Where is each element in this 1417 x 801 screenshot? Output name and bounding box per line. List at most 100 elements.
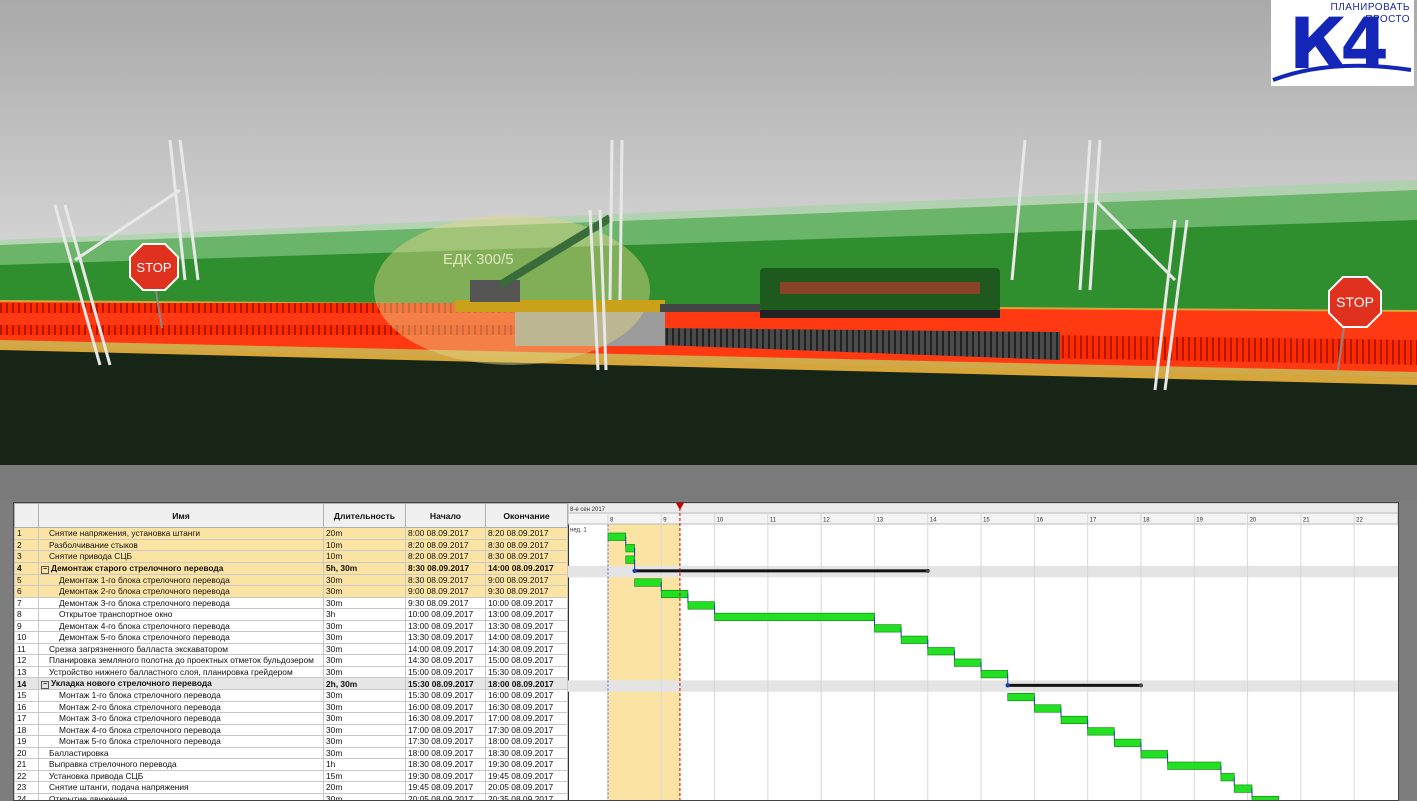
task-id-cell[interactable]: 22 — [15, 770, 39, 782]
task-name-cell[interactable]: Снятие привода СЦБ — [39, 551, 324, 563]
task-start-cell[interactable]: 15:30 08.09.2017 — [406, 678, 486, 690]
task-start-cell[interactable]: 18:00 08.09.2017 — [406, 747, 486, 759]
column-header-end[interactable]: Окончание — [486, 504, 568, 528]
task-id-cell[interactable]: 20 — [15, 747, 39, 759]
task-id-cell[interactable]: 23 — [15, 782, 39, 794]
task-name-cell[interactable]: −Укладка нового стрелочного перевода — [39, 678, 324, 690]
task-id-cell[interactable]: 11 — [15, 643, 39, 655]
task-duration-cell[interactable]: 30m — [324, 747, 406, 759]
task-duration-cell[interactable]: 30m — [324, 793, 406, 801]
task-row[interactable]: 10Демонтаж 5-го блока стрелочного перево… — [15, 632, 568, 644]
task-end-cell[interactable]: 15:00 08.09.2017 — [486, 655, 568, 667]
task-id-cell[interactable]: 12 — [15, 655, 39, 667]
task-name-cell[interactable]: Разболчивание стыков — [39, 539, 324, 551]
task-row[interactable]: 21Выправка стрелочного перевода1h18:30 0… — [15, 759, 568, 771]
task-name-cell[interactable]: Демонтаж 1-го блока стрелочного перевода — [39, 574, 324, 586]
column-header-duration[interactable]: Длительность — [324, 504, 406, 528]
task-name-cell[interactable]: Демонтаж 4-го блока стрелочного перевода — [39, 620, 324, 632]
task-name-cell[interactable]: Установка привода СЦБ — [39, 770, 324, 782]
task-id-cell[interactable]: 24 — [15, 793, 39, 801]
task-id-cell[interactable]: 19 — [15, 736, 39, 748]
task-end-cell[interactable]: 8:30 08.09.2017 — [486, 539, 568, 551]
task-duration-cell[interactable]: 30m — [324, 643, 406, 655]
task-end-cell[interactable]: 17:30 08.09.2017 — [486, 724, 568, 736]
task-duration-cell[interactable]: 1h — [324, 759, 406, 771]
task-name-cell[interactable]: Открытое транспортное окно — [39, 609, 324, 621]
task-row-summary[interactable]: 14−Укладка нового стрелочного перевода2h… — [15, 678, 568, 690]
task-row[interactable]: 18Монтаж 4-го блока стрелочного перевода… — [15, 724, 568, 736]
task-start-cell[interactable]: 13:30 08.09.2017 — [406, 632, 486, 644]
task-row[interactable]: 5Демонтаж 1-го блока стрелочного перевод… — [15, 574, 568, 586]
task-id-cell[interactable]: 15 — [15, 690, 39, 702]
task-id-cell[interactable]: 8 — [15, 609, 39, 621]
task-row[interactable]: 9Демонтаж 4-го блока стрелочного перевод… — [15, 620, 568, 632]
task-row-summary[interactable]: 4−Демонтаж старого стрелочного перевода5… — [15, 562, 568, 574]
task-row[interactable]: 17Монтаж 3-го блока стрелочного перевода… — [15, 713, 568, 725]
task-name-cell[interactable]: −Демонтаж старого стрелочного перевода — [39, 562, 324, 574]
task-end-cell[interactable]: 14:00 08.09.2017 — [486, 562, 568, 574]
task-row[interactable]: 20Балластировка30m18:00 08.09.201718:30 … — [15, 747, 568, 759]
task-end-cell[interactable]: 14:30 08.09.2017 — [486, 643, 568, 655]
task-duration-cell[interactable]: 30m — [324, 632, 406, 644]
task-id-cell[interactable]: 14 — [15, 678, 39, 690]
column-header-id[interactable] — [15, 504, 39, 528]
task-end-cell[interactable]: 15:30 08.09.2017 — [486, 666, 568, 678]
task-id-cell[interactable]: 17 — [15, 713, 39, 725]
task-start-cell[interactable]: 14:00 08.09.2017 — [406, 643, 486, 655]
task-end-cell[interactable]: 14:00 08.09.2017 — [486, 632, 568, 644]
task-id-cell[interactable]: 10 — [15, 632, 39, 644]
task-end-cell[interactable]: 18:00 08.09.2017 — [486, 678, 568, 690]
task-end-cell[interactable]: 16:30 08.09.2017 — [486, 701, 568, 713]
task-start-cell[interactable]: 14:30 08.09.2017 — [406, 655, 486, 667]
task-row[interactable]: 23Снятие штанги, подача напряжения20m19:… — [15, 782, 568, 794]
task-end-cell[interactable]: 16:00 08.09.2017 — [486, 690, 568, 702]
task-duration-cell[interactable]: 30m — [324, 713, 406, 725]
task-id-cell[interactable]: 7 — [15, 597, 39, 609]
task-name-cell[interactable]: Демонтаж 3-го блока стрелочного перевода — [39, 597, 324, 609]
task-name-cell[interactable]: Демонтаж 5-го блока стрелочного перевода — [39, 632, 324, 644]
task-end-cell[interactable]: 20:35 08.09.2017 — [486, 793, 568, 801]
task-duration-cell[interactable]: 30m — [324, 701, 406, 713]
task-row[interactable]: 19Монтаж 5-го блока стрелочного перевода… — [15, 736, 568, 748]
task-duration-cell[interactable]: 30m — [324, 574, 406, 586]
task-row[interactable]: 16Монтаж 2-го блока стрелочного перевода… — [15, 701, 568, 713]
task-duration-cell[interactable]: 5h, 30m — [324, 562, 406, 574]
task-end-cell[interactable]: 17:00 08.09.2017 — [486, 713, 568, 725]
task-start-cell[interactable]: 17:00 08.09.2017 — [406, 724, 486, 736]
task-duration-cell[interactable]: 30m — [324, 690, 406, 702]
task-duration-cell[interactable]: 30m — [324, 597, 406, 609]
task-id-cell[interactable]: 9 — [15, 620, 39, 632]
task-start-cell[interactable]: 18:30 08.09.2017 — [406, 759, 486, 771]
task-start-cell[interactable]: 9:30 08.09.2017 — [406, 597, 486, 609]
collapse-icon[interactable]: − — [41, 681, 49, 689]
task-name-cell[interactable]: Снятие штанги, подача напряжения — [39, 782, 324, 794]
task-name-cell[interactable]: Балластировка — [39, 747, 324, 759]
task-duration-cell[interactable]: 30m — [324, 655, 406, 667]
task-row[interactable]: 1Снятие напряжения, установка штанги20m8… — [15, 528, 568, 540]
task-end-cell[interactable]: 13:00 08.09.2017 — [486, 609, 568, 621]
task-name-cell[interactable]: Устройство нижнего балластного слоя, пла… — [39, 666, 324, 678]
task-start-cell[interactable]: 8:00 08.09.2017 — [406, 528, 486, 540]
task-duration-cell[interactable]: 3h — [324, 609, 406, 621]
task-name-cell[interactable]: Снятие напряжения, установка штанги — [39, 528, 324, 540]
task-duration-cell[interactable]: 20m — [324, 782, 406, 794]
task-row[interactable]: 6Демонтаж 2-го блока стрелочного перевод… — [15, 586, 568, 598]
task-row[interactable]: 11Срезка загрязненного балласта экскават… — [15, 643, 568, 655]
task-duration-cell[interactable]: 30m — [324, 620, 406, 632]
task-start-cell[interactable]: 8:20 08.09.2017 — [406, 551, 486, 563]
task-end-cell[interactable]: 19:30 08.09.2017 — [486, 759, 568, 771]
task-duration-cell[interactable]: 10m — [324, 539, 406, 551]
task-id-cell[interactable]: 21 — [15, 759, 39, 771]
task-id-cell[interactable]: 18 — [15, 724, 39, 736]
task-start-cell[interactable]: 10:00 08.09.2017 — [406, 609, 486, 621]
task-start-cell[interactable]: 19:30 08.09.2017 — [406, 770, 486, 782]
task-duration-cell[interactable]: 20m — [324, 528, 406, 540]
task-row[interactable]: 12Планировка земляного полотна до проект… — [15, 655, 568, 667]
task-end-cell[interactable]: 19:45 08.09.2017 — [486, 770, 568, 782]
task-id-cell[interactable]: 3 — [15, 551, 39, 563]
task-end-cell[interactable]: 9:30 08.09.2017 — [486, 586, 568, 598]
task-row[interactable]: 13Устройство нижнего балластного слоя, п… — [15, 666, 568, 678]
task-row[interactable]: 24Открытие движения30m20:05 08.09.201720… — [15, 793, 568, 801]
task-start-cell[interactable]: 8:30 08.09.2017 — [406, 574, 486, 586]
task-end-cell[interactable]: 10:00 08.09.2017 — [486, 597, 568, 609]
